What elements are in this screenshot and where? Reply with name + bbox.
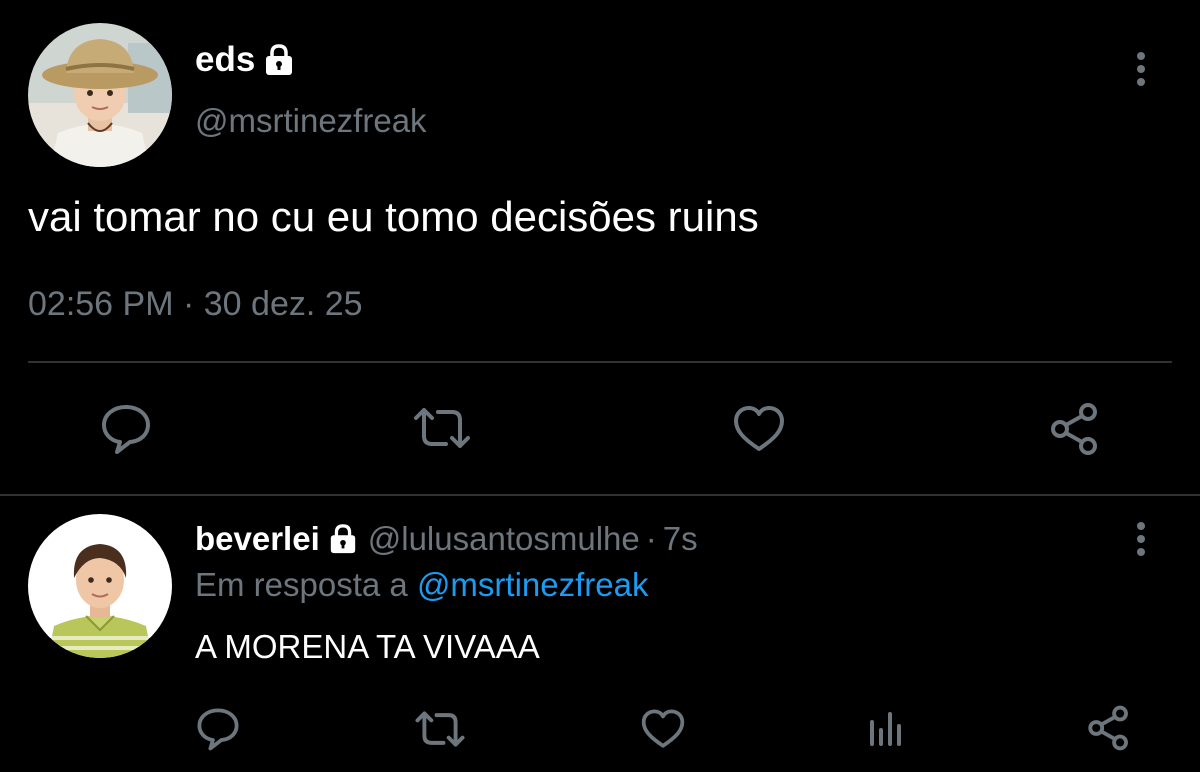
author-handle[interactable]: @lulusantosmulhe: [368, 520, 640, 558]
avatar[interactable]: [28, 514, 172, 658]
tweet-time: 02:56 PM: [28, 285, 174, 323]
divider: [28, 361, 1172, 363]
avatar[interactable]: [28, 23, 172, 167]
retweet-button[interactable]: [412, 404, 472, 452]
analytics-icon: [870, 712, 901, 746]
like-button[interactable]: [732, 404, 786, 454]
tweet-thread: eds @msrtinezfreak vai tomar no cu eu to…: [0, 0, 1200, 772]
reply-icon: [102, 405, 150, 454]
divider: [0, 494, 1200, 496]
retweet-button[interactable]: [414, 708, 466, 750]
reply-button[interactable]: [196, 706, 240, 752]
meta-separator: ·: [182, 285, 195, 323]
share-button[interactable]: [1048, 401, 1102, 457]
reply-header: beverlei @lulusantosmulhe · 7s: [195, 520, 698, 558]
tweet-date: 30 dez. 25: [203, 285, 363, 323]
analytics-button[interactable]: [866, 708, 906, 748]
reply-to-link[interactable]: @msrtinezfreak: [417, 566, 649, 603]
tweet-time[interactable]: 7s: [663, 520, 698, 558]
meta-separator: ·: [645, 520, 657, 557]
share-icon: [1088, 705, 1128, 751]
retweet-icon: [415, 711, 465, 747]
tweet-timestamp[interactable]: 02:56 PM · 30 dez. 25: [28, 285, 363, 324]
lock-icon: [328, 523, 358, 555]
more-vertical-icon[interactable]: [1126, 50, 1156, 90]
author-name[interactable]: eds: [195, 40, 295, 80]
reply-icon: [197, 708, 239, 751]
lock-icon: [263, 43, 295, 77]
author-name[interactable]: beverlei: [195, 520, 320, 558]
share-button[interactable]: [1086, 704, 1132, 752]
reply-context: Em resposta a @msrtinezfreak: [195, 566, 649, 604]
share-icon: [1051, 403, 1097, 455]
author-name-text: eds: [195, 40, 256, 79]
tweet-text: vai tomar no cu eu tomo decisões ruins: [28, 193, 759, 240]
like-button[interactable]: [640, 708, 686, 750]
tweet-text: A MORENA TA VIVAAA: [195, 628, 540, 665]
author-handle[interactable]: @msrtinezfreak: [195, 102, 427, 140]
reply-button[interactable]: [100, 402, 152, 456]
reply-prefix: Em resposta a: [195, 566, 408, 603]
heart-icon: [641, 709, 685, 748]
heart-icon: [734, 406, 784, 451]
retweet-icon: [414, 408, 470, 448]
more-vertical-icon[interactable]: [1126, 520, 1156, 560]
